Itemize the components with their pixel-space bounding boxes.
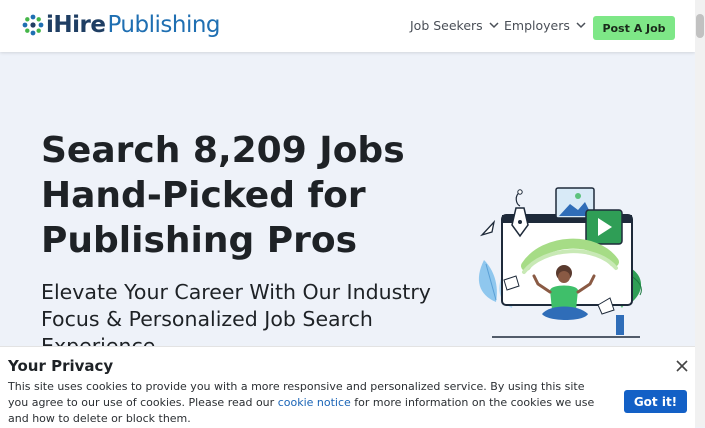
hero-title-line: Publishing Pros (41, 220, 358, 261)
hero-title-line: Search 8,209 Jobs (41, 130, 405, 171)
cookie-banner: Your Privacy This site uses cookies to p… (0, 346, 695, 428)
post-a-job-button[interactable]: Post A Job (593, 16, 675, 40)
hero-title-line: Hand-Picked for (41, 175, 366, 216)
scrollbar-thumb[interactable] (696, 14, 704, 38)
logo-brand-text: iHire (46, 12, 106, 38)
chevron-down-icon (576, 22, 586, 29)
hero-subtitle-line: Focus & Personalized Job Search (41, 307, 373, 331)
site-logo[interactable]: iHire Publishing (22, 12, 221, 38)
cookie-banner-title: Your Privacy (8, 357, 114, 375)
nav-job-seekers[interactable]: Job Seekers (410, 18, 499, 33)
video-play-icon (585, 209, 623, 245)
hero-illustration (478, 187, 642, 338)
cookie-banner-text: This site uses cookies to provide you wi… (8, 379, 608, 427)
nav-job-seekers-label: Job Seekers (410, 18, 483, 33)
nav-employers-label: Employers (504, 18, 570, 33)
hero-subtitle-line: Elevate Your Career With Our Industry (41, 280, 431, 304)
site-header: iHire Publishing Job Seekers Employers P… (0, 0, 695, 52)
chevron-down-icon (489, 22, 499, 29)
hero-title: Search 8,209 Jobs Hand-Picked for Publis… (41, 128, 461, 263)
ihire-logo-icon (22, 14, 44, 36)
page-scrollbar[interactable] (695, 0, 705, 427)
logo-sector-text: Publishing (107, 12, 221, 38)
got-it-button[interactable]: Got it! (624, 390, 687, 413)
close-icon[interactable] (675, 359, 689, 373)
nav-employers[interactable]: Employers (504, 18, 586, 33)
cookie-notice-link[interactable]: cookie notice (278, 396, 351, 409)
pen-nib-icon (511, 189, 529, 238)
